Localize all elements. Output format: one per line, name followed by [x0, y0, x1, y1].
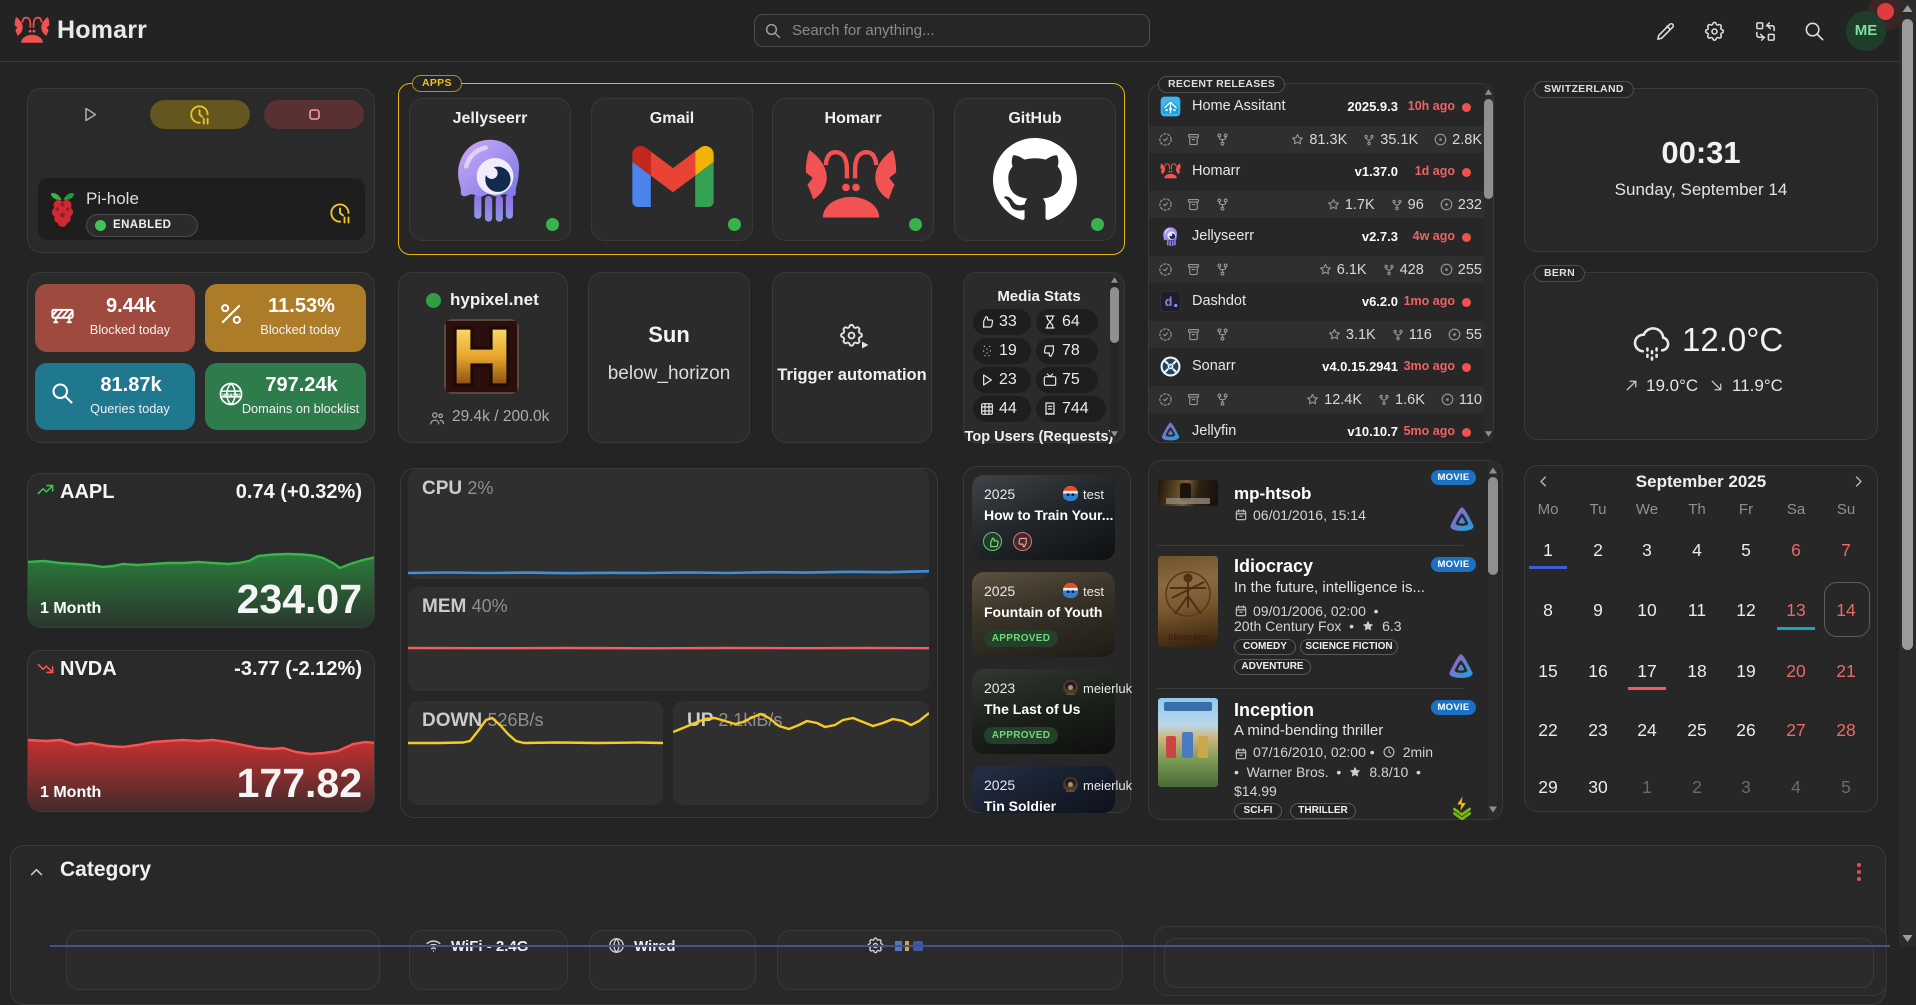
- svg-text:www: www: [221, 390, 240, 399]
- svg-text:d: d: [1165, 295, 1173, 309]
- svg-text:Idiocracy: Idiocracy: [1168, 632, 1208, 642]
